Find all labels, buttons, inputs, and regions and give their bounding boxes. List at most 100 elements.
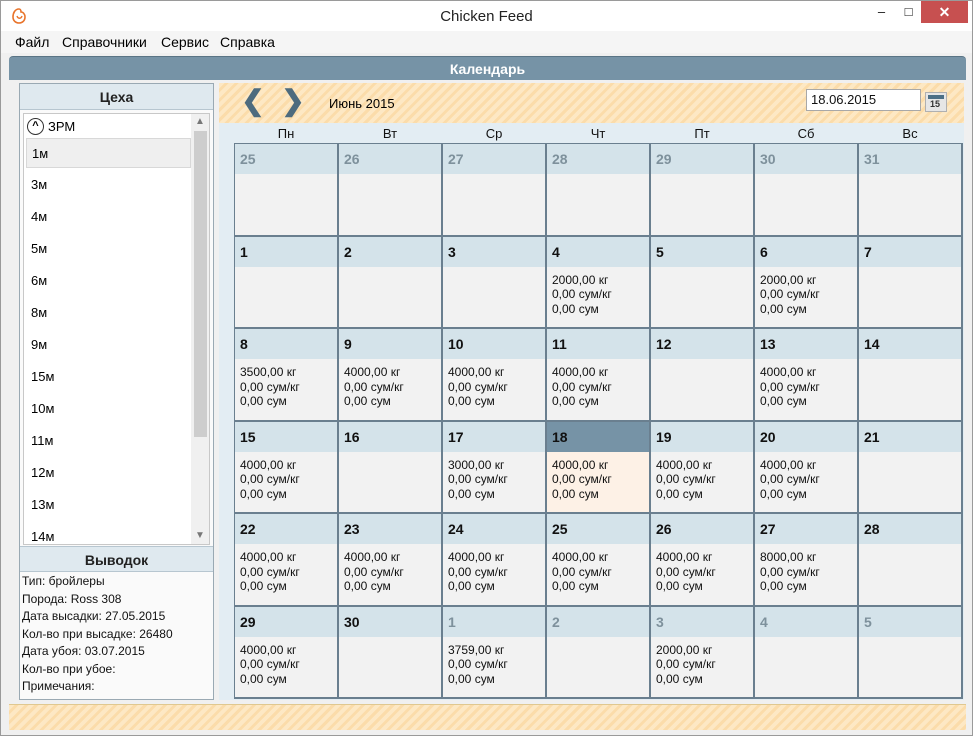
menu-service[interactable]: Сервис <box>161 34 209 50</box>
day-number: 12 <box>651 329 753 359</box>
shop-list-item[interactable]: 1м <box>26 138 191 168</box>
calendar-day-cell[interactable]: 11 4000,00 кг 0,00 сум/кг 0,00 сум <box>547 329 649 420</box>
scroll-up-arrow-icon[interactable]: ▲ <box>191 114 209 130</box>
calendar-day-cell[interactable]: 16 <box>339 421 441 512</box>
feed-line: 0,00 сум <box>448 671 495 686</box>
calendar-day-cell[interactable]: 5 <box>651 236 753 327</box>
calendar-day-cell[interactable]: 9 4000,00 кг 0,00 сум/кг 0,00 сум <box>339 329 441 420</box>
calendar-day-cell[interactable]: 22 4000,00 кг 0,00 сум/кг 0,00 сум <box>235 514 337 605</box>
calendar-day-cell[interactable]: 12 <box>651 329 753 420</box>
weekday-label: Сб <box>797 126 815 141</box>
calendar-day-cell[interactable]: 30 <box>755 144 857 235</box>
calendar-day-cell[interactable]: 17 3000,00 кг 0,00 сум/кг 0,00 сум <box>443 421 545 512</box>
calendar-day-cell[interactable]: 14 <box>859 329 961 420</box>
day-number: 16 <box>339 421 441 452</box>
feed-line: 0,00 сум/кг <box>552 564 612 579</box>
day-feed-info: 4000,00 кг 0,00 сум/кг 0,00 сум <box>240 550 300 594</box>
calendar-day-cell[interactable]: 26 <box>339 144 441 235</box>
brood-info-line: Дата убоя: 03.07.2015 <box>22 644 145 658</box>
day-number: 31 <box>859 144 961 174</box>
shop-list-item[interactable]: 6м <box>26 266 191 296</box>
calendar-day-cell[interactable]: 2 <box>547 606 649 697</box>
shop-list-item[interactable]: 8м <box>26 298 191 328</box>
list-scrollbar[interactable]: ▲ ▼ <box>191 114 209 544</box>
close-button[interactable]: ✕ <box>921 1 968 23</box>
calendar-day-cell[interactable]: 10 4000,00 кг 0,00 сум/кг 0,00 сум <box>443 329 545 420</box>
calendar-day-cell-today[interactable]: 18 4000,00 кг 0,00 сум/кг 0,00 сум <box>547 421 649 512</box>
shop-list-item[interactable]: 11м <box>26 426 191 456</box>
calendar-day-cell[interactable]: 21 <box>859 421 961 512</box>
calendar-day-cell[interactable]: 8 3500,00 кг 0,00 сум/кг 0,00 сум <box>235 329 337 420</box>
shop-list-item[interactable]: 9м <box>26 330 191 360</box>
day-number: 4 <box>547 236 649 267</box>
calendar-day-cell[interactable]: 4 <box>755 606 857 697</box>
calendar-day-cell[interactable]: 2 <box>339 236 441 327</box>
day-feed-info: 3500,00 кг 0,00 сум/кг 0,00 сум <box>240 365 300 409</box>
calendar-day-cell[interactable]: 27 8000,00 кг 0,00 сум/кг 0,00 сум <box>755 514 857 605</box>
next-month-button[interactable]: ❯ <box>281 87 305 115</box>
maximize-button[interactable]: □ <box>894 1 923 23</box>
feed-line: 0,00 сум/кг <box>344 379 404 394</box>
day-feed-info: 4000,00 кг 0,00 сум/кг 0,00 сум <box>552 365 612 409</box>
calendar-day-cell[interactable]: 24 4000,00 кг 0,00 сум/кг 0,00 сум <box>443 514 545 605</box>
shop-list-item[interactable]: 5м <box>26 234 191 264</box>
calendar-day-cell[interactable]: 3 2000,00 кг 0,00 сум/кг 0,00 сум <box>651 606 753 697</box>
scroll-down-arrow-icon[interactable]: ▼ <box>191 528 209 544</box>
calendar-day-cell[interactable]: 25 4000,00 кг 0,00 сум/кг 0,00 сум <box>547 514 649 605</box>
shop-list-item[interactable]: 14м <box>26 522 191 544</box>
weekday-label: Чт <box>590 126 606 141</box>
feed-line: 4000,00 кг <box>760 365 817 379</box>
date-picker-button[interactable]: 15 <box>925 92 947 112</box>
shops-panel-title: Цеха <box>20 84 213 110</box>
calendar-day-cell[interactable]: 30 <box>339 606 441 697</box>
calendar-day-cell[interactable]: 1 3759,00 кг 0,00 сум/кг 0,00 сум <box>443 606 545 697</box>
calendar-day-cell[interactable]: 29 4000,00 кг 0,00 сум/кг 0,00 сум <box>235 606 337 697</box>
shop-group[interactable]: ^ ЗРМ <box>24 117 189 137</box>
calendar-day-cell[interactable]: 7 <box>859 236 961 327</box>
menu-help[interactable]: Справка <box>220 34 275 50</box>
shop-list-item[interactable]: 4м <box>26 202 191 232</box>
collapse-icon[interactable]: ^ <box>27 118 44 135</box>
calendar-day-cell[interactable]: 13 4000,00 кг 0,00 сум/кг 0,00 сум <box>755 329 857 420</box>
day-number: 27 <box>755 514 857 544</box>
calendar-day-cell[interactable]: 6 2000,00 кг 0,00 сум/кг 0,00 сум <box>755 236 857 327</box>
feed-line: 0,00 сум/кг <box>552 379 612 394</box>
calendar-day-cell[interactable]: 28 <box>859 514 961 605</box>
day-number: 20 <box>755 421 857 452</box>
feed-line: 4000,00 кг <box>344 550 401 564</box>
minimize-button[interactable]: – <box>867 1 896 23</box>
calendar-day-cell[interactable]: 26 4000,00 кг 0,00 сум/кг 0,00 сум <box>651 514 753 605</box>
shops-list[interactable]: ^ ЗРМ 1м 3м 4м 5м 6м 8м 9м 15м 10м 11м 12м 13м 14м ▲… <box>23 113 210 545</box>
brood-info-line: Кол-во при убое: <box>22 661 116 676</box>
feed-line: 0,00 сум <box>240 671 287 686</box>
date-field[interactable]: 18.06.2015 <box>806 89 921 111</box>
calendar-day-cell[interactable]: 15 4000,00 кг 0,00 сум/кг 0,00 сум <box>235 421 337 512</box>
shop-list-item[interactable]: 10м <box>26 394 191 424</box>
calendar-day-cell[interactable]: 29 <box>651 144 753 235</box>
prev-month-button[interactable]: ❮ <box>241 87 265 115</box>
calendar-day-cell[interactable]: 20 4000,00 кг 0,00 сум/кг 0,00 сум <box>755 421 857 512</box>
calendar-day-cell[interactable]: 31 <box>859 144 961 235</box>
calendar-day-cell[interactable]: 3 <box>443 236 545 327</box>
shop-list-item[interactable]: 13м <box>26 490 191 520</box>
shop-list-item[interactable]: 12м <box>26 458 191 488</box>
calendar-day-cell[interactable]: 1 <box>235 236 337 327</box>
calendar-day-cell[interactable]: 27 <box>443 144 545 235</box>
feed-line: 0,00 сум <box>552 579 599 593</box>
shop-list-item[interactable]: 15м <box>26 362 191 392</box>
menu-directories[interactable]: Справочники <box>62 34 147 50</box>
calendar-day-cell[interactable]: 19 4000,00 кг 0,00 сум/кг 0,00 сум <box>651 421 753 512</box>
calendar-day-cell[interactable]: 25 <box>235 144 337 235</box>
shop-list-item[interactable]: 3м <box>26 170 191 200</box>
feed-line: 0,00 сум/кг <box>448 472 508 486</box>
feed-line: 4000,00 кг <box>448 550 505 564</box>
day-feed-info: 4000,00 кг 0,00 сум/кг 0,00 сум <box>760 365 820 409</box>
feed-line: 0,00 сум/кг <box>240 564 300 579</box>
calendar-day-cell[interactable]: 4 2000,00 кг 0,00 сум/кг 0,00 сум <box>547 236 649 327</box>
scroll-thumb[interactable] <box>194 131 207 437</box>
calendar-day-cell[interactable]: 5 <box>859 606 961 697</box>
menu-file[interactable]: Файл <box>15 34 49 50</box>
feed-line: 0,00 сум <box>656 579 703 593</box>
calendar-day-cell[interactable]: 23 4000,00 кг 0,00 сум/кг 0,00 сум <box>339 514 441 605</box>
calendar-day-cell[interactable]: 28 <box>547 144 649 235</box>
